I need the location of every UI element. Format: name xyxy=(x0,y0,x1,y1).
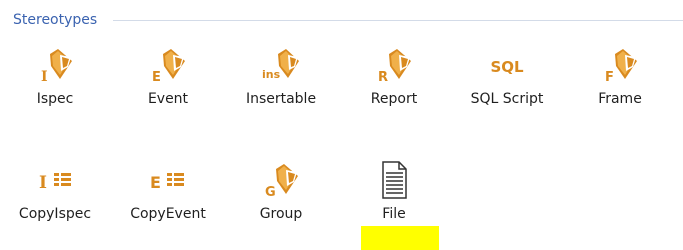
group-title: Stereotypes xyxy=(13,12,98,28)
item-label: Group xyxy=(259,206,303,222)
item-label: File xyxy=(382,206,406,222)
stereotype-group-button[interactable]: G Group xyxy=(226,160,336,236)
item-label: Ispec xyxy=(36,91,74,107)
svg-text:E: E xyxy=(152,70,161,85)
svg-text:ins: ins xyxy=(262,68,281,81)
svg-text:G: G xyxy=(265,185,276,200)
stereotype-insertable-button[interactable]: ins Insertable xyxy=(226,45,336,121)
item-label: CopyIspec xyxy=(18,206,92,222)
svg-text:I: I xyxy=(39,173,47,193)
svg-text:R: R xyxy=(378,70,388,85)
svg-text:I: I xyxy=(41,69,48,85)
item-label: Report xyxy=(370,91,418,107)
ispec-stereotype-icon: I xyxy=(35,45,75,85)
stereotype-report-button[interactable]: R Report xyxy=(339,45,449,121)
copyispec-button[interactable]: I CopyIspec xyxy=(0,160,110,236)
stereotype-ispec-button[interactable]: I Ispec xyxy=(0,45,110,121)
sql-script-button[interactable]: SQL SQL Script xyxy=(452,45,562,121)
svg-text:E: E xyxy=(150,173,161,192)
copyispec-icon: I xyxy=(35,160,75,200)
frame-stereotype-icon: F xyxy=(600,45,640,85)
item-label: Event xyxy=(147,91,189,107)
item-label: SQL Script xyxy=(470,91,544,107)
svg-text:SQL: SQL xyxy=(490,58,524,76)
svg-text:F: F xyxy=(605,70,614,85)
group-stereotype-icon: G xyxy=(261,160,301,200)
event-stereotype-icon: E xyxy=(148,45,188,85)
group-divider xyxy=(113,20,683,21)
file-button[interactable]: File xyxy=(339,160,449,236)
copyevent-button[interactable]: E CopyEvent xyxy=(113,160,223,236)
file-icon xyxy=(374,160,414,200)
stereotype-event-button[interactable]: E Event xyxy=(113,45,223,121)
item-label: Frame xyxy=(598,91,642,107)
item-label: Insertable xyxy=(245,91,317,107)
sql-script-icon: SQL xyxy=(487,45,527,85)
item-label: CopyEvent xyxy=(130,206,206,222)
report-stereotype-icon: R xyxy=(374,45,414,85)
stereotypes-group-header: Stereotypes xyxy=(13,10,683,32)
copyevent-icon: E xyxy=(148,160,188,200)
insertable-stereotype-icon: ins xyxy=(261,45,301,85)
stereotype-frame-button[interactable]: F Frame xyxy=(565,45,675,121)
